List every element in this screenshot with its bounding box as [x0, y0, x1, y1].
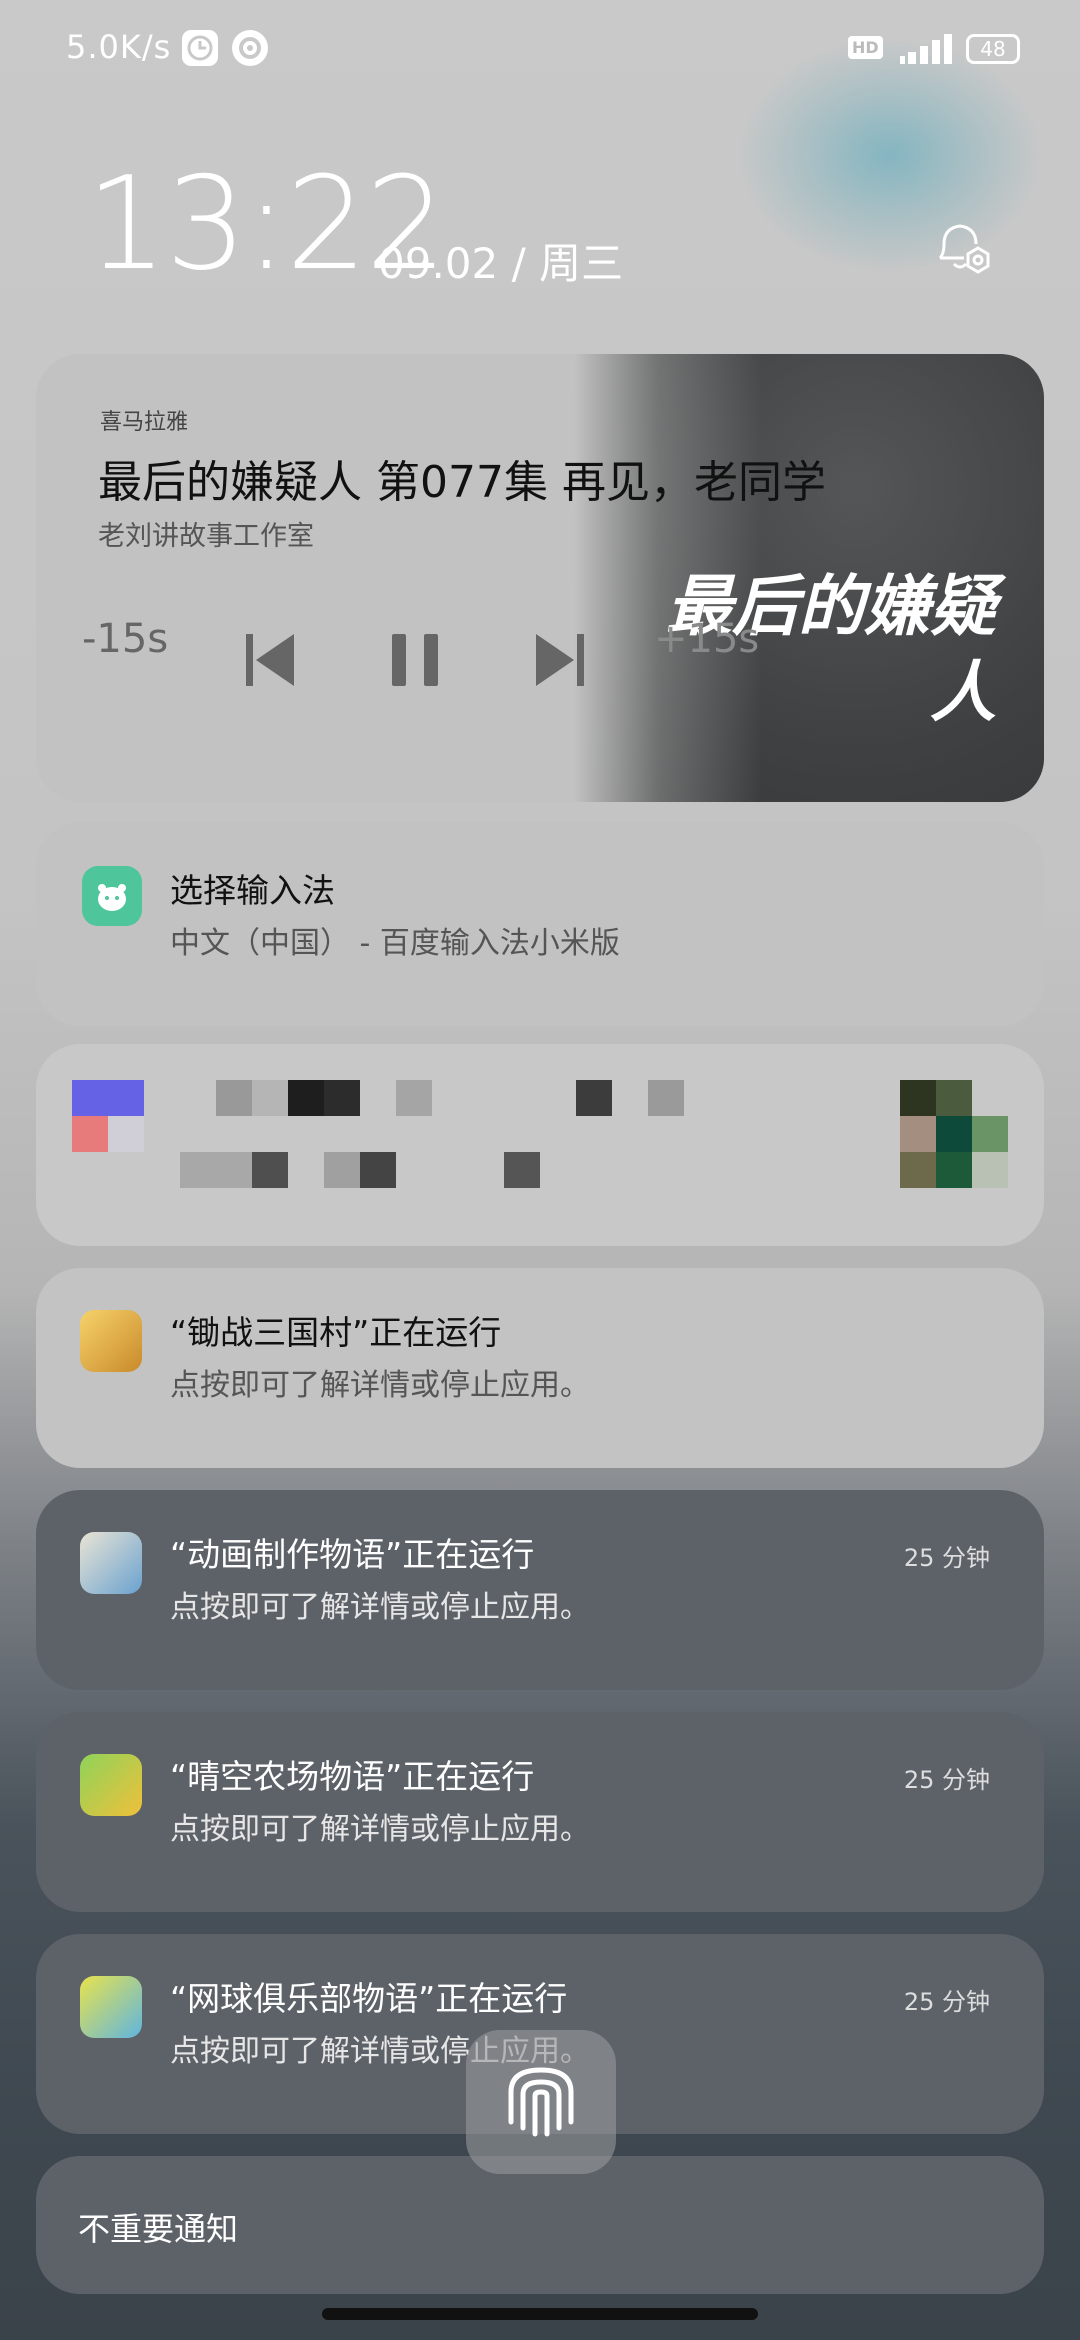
notification-title: “锄战三国村”正在运行	[170, 1313, 502, 1352]
lockscreen-date: 09.02 / 周三	[378, 239, 624, 288]
home-indicator[interactable]	[322, 2308, 758, 2320]
notification-subtitle: 点按即可了解详情或停止应用。	[170, 1812, 590, 1847]
pixelated-notification[interactable]	[36, 1044, 1044, 1246]
pixel-block	[972, 1116, 1008, 1152]
album-art: 最后的嫌疑人	[574, 354, 1044, 802]
hd-voice-icon: HD	[848, 36, 883, 59]
pixel-block	[180, 1152, 252, 1188]
pixel-block	[288, 1080, 324, 1116]
rewind-15-button[interactable]: -15s	[82, 616, 168, 662]
keyboard-app-icon	[82, 866, 142, 926]
game-app-icon	[80, 1310, 142, 1372]
game-app-icon	[80, 1754, 142, 1816]
input-method-notification[interactable]: 选择输入法 中文（中国） - 百度输入法小米版	[36, 822, 1044, 1026]
pixel-block	[900, 1116, 936, 1152]
pixel-block	[252, 1080, 288, 1116]
status-bar: 5.0K/s HD 48	[0, 0, 1080, 100]
pixel-block	[900, 1080, 936, 1116]
pixel-block	[648, 1080, 684, 1116]
fingerprint-sensor[interactable]	[466, 2030, 616, 2174]
notification-title: “网球俱乐部物语”正在运行	[170, 1979, 568, 2018]
game-app-icon	[80, 1976, 142, 2038]
pixel-block	[504, 1152, 540, 1188]
pixel-block	[108, 1116, 144, 1152]
track-title: 最后的嫌疑人 第077集 再见，老同学	[98, 457, 826, 508]
pixel-block	[360, 1152, 396, 1188]
notification-title: 选择输入法	[170, 871, 335, 910]
media-app-name: 喜马拉雅	[100, 410, 189, 435]
unimportant-notifications-row[interactable]: 不重要通知	[36, 2156, 1044, 2294]
network-speed: 5.0K/s	[66, 28, 172, 66]
fingerprint-icon	[508, 2067, 574, 2137]
notification-settings-icon[interactable]	[932, 218, 996, 278]
pixel-block	[252, 1152, 288, 1188]
notification-title: “晴空农场物语”正在运行	[170, 1757, 535, 1796]
notification-time: 25 分钟	[903, 1544, 990, 1572]
pause-icon[interactable]	[390, 632, 442, 688]
forward-15-button[interactable]: +15s	[654, 616, 759, 662]
game-app-icon	[80, 1532, 142, 1594]
previous-track-icon[interactable]	[244, 632, 296, 688]
pixel-block	[936, 1152, 972, 1188]
running-app-notification[interactable]: “动画制作物语”正在运行 点按即可了解详情或停止应用。 25 分钟	[36, 1490, 1044, 1690]
unimportant-notifications-label: 不重要通知	[78, 2210, 239, 2248]
running-app-notification[interactable]: “锄战三国村”正在运行 点按即可了解详情或停止应用。	[36, 1268, 1044, 1468]
pixel-block	[936, 1116, 972, 1152]
media-player-card[interactable]: 最后的嫌疑人 喜马拉雅 最后的嫌疑人 第077集 再见，老同学 老刘讲故事工作室…	[36, 354, 1044, 802]
notification-subtitle: 点按即可了解详情或停止应用。	[170, 1368, 590, 1403]
music-app-icon	[232, 30, 268, 66]
notification-time: 25 分钟	[903, 1988, 990, 2016]
battery-icon: 48	[966, 34, 1020, 64]
notification-title: “动画制作物语”正在运行	[170, 1535, 535, 1574]
pixel-block	[324, 1152, 360, 1188]
pixel-block	[936, 1080, 972, 1116]
notification-subtitle: 点按即可了解详情或停止应用。	[170, 1590, 590, 1625]
pixel-block	[324, 1080, 360, 1116]
track-author: 老刘讲故事工作室	[98, 521, 314, 552]
running-app-notification[interactable]: “晴空农场物语”正在运行 点按即可了解详情或停止应用。 25 分钟	[36, 1712, 1044, 1912]
pixel-block	[972, 1152, 1008, 1188]
notification-subtitle: 中文（中国） - 百度输入法小米版	[170, 926, 620, 961]
pixel-block	[396, 1080, 432, 1116]
clock-app-icon	[182, 30, 218, 66]
pixel-block	[900, 1152, 936, 1188]
pixel-block	[72, 1116, 108, 1152]
notification-time: 25 分钟	[903, 1766, 990, 1794]
next-track-icon[interactable]	[534, 632, 586, 688]
pixel-block	[216, 1080, 252, 1116]
pixel-block	[576, 1080, 612, 1116]
pixel-block	[72, 1080, 144, 1116]
